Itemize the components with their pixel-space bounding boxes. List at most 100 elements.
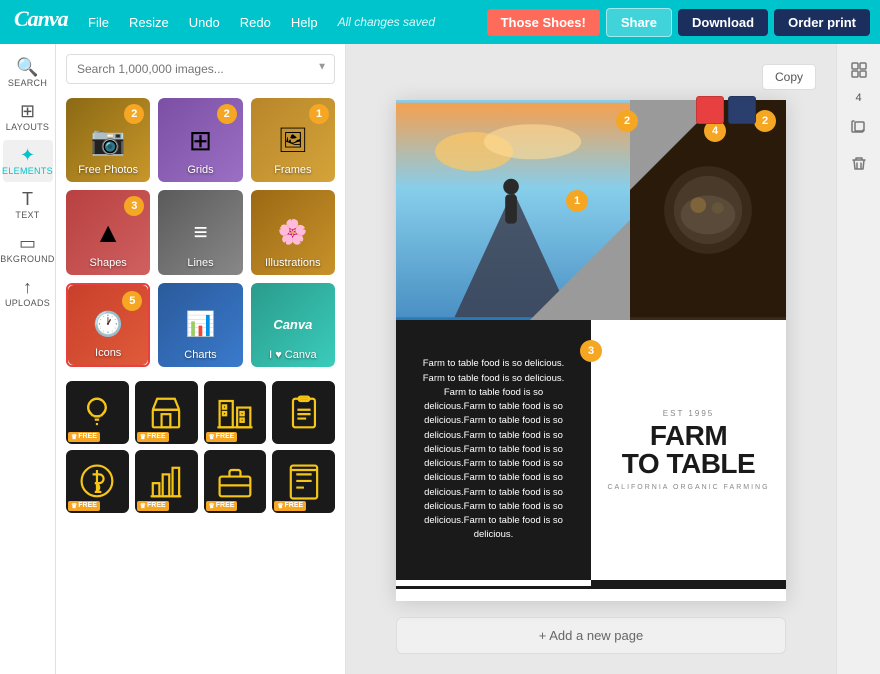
canvas-badge-top-right: 2: [754, 110, 776, 132]
est-label: EST 1995: [663, 409, 714, 418]
canvas-middle-section: Farm to table food is so delicious. Farm…: [396, 320, 786, 580]
project-name-button[interactable]: Those Shoes!: [487, 9, 600, 36]
download-button[interactable]: Download: [678, 9, 768, 36]
icons-label: Icons: [68, 347, 148, 359]
file-menu[interactable]: File: [80, 11, 117, 34]
uploads-icon: ↑: [23, 278, 32, 296]
frames-card[interactable]: 🖼 Frames 1: [251, 98, 335, 182]
sidebar-item-elements[interactable]: ✦ ELEMENTS: [3, 140, 53, 182]
icon-dollar[interactable]: ♛FREE: [66, 450, 129, 513]
sidebar-bg-label: BKGROUND: [0, 254, 54, 264]
help-menu[interactable]: Help: [283, 11, 326, 34]
canvas-area: Copy: [346, 44, 836, 674]
charts-label: Charts: [158, 349, 242, 361]
icon-briefcase[interactable]: ♛FREE: [204, 450, 267, 513]
shapes-card[interactable]: ▲ Shapes 3: [66, 190, 150, 274]
search-bar: ▼: [56, 44, 345, 90]
free-badge: ♛FREE: [206, 501, 238, 511]
copy-button[interactable]: Copy: [762, 64, 816, 90]
sidebar-item-text[interactable]: T TEXT: [3, 184, 53, 226]
canva-logo[interactable]: Canva: [10, 7, 76, 37]
free-photos-label: Free Photos: [66, 164, 150, 176]
grid-icon: [851, 62, 867, 78]
icon-clipboard[interactable]: [272, 381, 335, 444]
icon-buildings[interactable]: ♛FREE: [204, 381, 267, 444]
illustrations-card[interactable]: 🌸 Illustrations: [251, 190, 335, 274]
right-mini-panel: 4: [836, 44, 880, 674]
canvas-badge-top-left: 2: [616, 110, 638, 132]
frames-badge: 1: [309, 104, 329, 124]
icons-section: ♛FREE ♛FREE: [56, 375, 345, 674]
charts-card[interactable]: 📊 Charts: [158, 283, 242, 367]
text-icon: T: [22, 190, 33, 208]
grids-card[interactable]: ⊞ Grids 2: [158, 98, 242, 182]
i-love-canva-label: I ♥ Canva: [251, 349, 335, 361]
icon-barchart[interactable]: ♛FREE: [135, 450, 198, 513]
color-swatch-blue[interactable]: [728, 96, 756, 124]
design-canvas[interactable]: 2 2 1 Farm to table food is so delicious…: [396, 100, 786, 601]
canvas-bottom-section[interactable]: 5 Photos by Canva 4 Story by Beej 4: [396, 586, 786, 601]
canvas-left-text-block[interactable]: Farm to table food is so delicious. Farm…: [396, 320, 591, 580]
canvas-top-section: 2 2 1: [396, 100, 786, 320]
icon-store[interactable]: ♛FREE: [135, 381, 198, 444]
free-badge: ♛FREE: [68, 432, 100, 442]
icons-card[interactable]: 🕐 Icons 5: [66, 283, 150, 367]
trash-icon: [851, 156, 867, 172]
sidebar-item-layouts[interactable]: ⊞ LAYOUTS: [3, 96, 53, 138]
delete-button[interactable]: [843, 148, 875, 180]
canvas-badge-center: 1: [566, 190, 588, 212]
duplicate-button[interactable]: [843, 110, 875, 142]
canvas-top-bar: Copy: [366, 64, 816, 90]
farm-title: FARM TO TABLE: [622, 422, 755, 478]
navbar: Canva File Resize Undo Redo Help All cha…: [0, 0, 880, 44]
icon-lightbulb[interactable]: ♛FREE: [66, 381, 129, 444]
layouts-icon: ⊞: [20, 102, 35, 120]
copy-icon: [851, 118, 867, 134]
elements-grid: 📷 Free Photos 2 ⊞ Grids 2 🖼 Frames 1: [56, 90, 345, 375]
resize-menu[interactable]: Resize: [121, 11, 177, 34]
canvas-right-text-block[interactable]: EST 1995 FARM TO TABLE CALIFORNIA ORGANI…: [591, 320, 786, 580]
navbar-right: Those Shoes! Share Download Order print: [487, 8, 870, 37]
redo-menu[interactable]: Redo: [232, 11, 279, 34]
color-swatches: [696, 96, 756, 124]
illustrations-label: Illustrations: [251, 257, 335, 269]
grids-label: Grids: [158, 164, 242, 176]
sidebar-item-search[interactable]: 🔍 SEARCH: [3, 52, 53, 94]
sidebar-item-background[interactable]: ▭ BKGROUND: [3, 228, 53, 270]
elements-icon: ✦: [20, 146, 35, 164]
icons-badge: 5: [122, 291, 142, 311]
sidebar-elements-label: ELEMENTS: [2, 166, 53, 176]
canvas-left-photo[interactable]: [396, 100, 630, 320]
order-print-button[interactable]: Order print: [774, 9, 870, 36]
add-page-button[interactable]: + Add a new page: [396, 617, 786, 654]
page-number: 4: [855, 92, 861, 104]
canvas-badge-leftbar: 3: [580, 340, 602, 362]
background-icon: ▭: [19, 234, 36, 252]
sidebar-search-label: SEARCH: [8, 78, 47, 88]
free-badge: ♛FREE: [137, 501, 169, 511]
sidebar-icons: 🔍 SEARCH ⊞ LAYOUTS ✦ ELEMENTS T TEXT ▭ B…: [0, 44, 56, 674]
free-badge: ♛FREE: [137, 432, 169, 442]
free-badge: ♛FREE: [274, 501, 306, 511]
frames-label: Frames: [251, 164, 335, 176]
shapes-label: Shapes: [66, 257, 150, 269]
lines-label: Lines: [158, 257, 242, 269]
free-badge: ♛FREE: [68, 501, 100, 511]
free-photos-card[interactable]: 📷 Free Photos 2: [66, 98, 150, 182]
icons-grid: ♛FREE ♛FREE: [66, 381, 335, 513]
icon-notepad[interactable]: ♛FREE: [272, 450, 335, 513]
california-subtitle: CALIFORNIA ORGANIC FARMING: [607, 484, 769, 491]
search-icon: 🔍: [16, 58, 38, 76]
free-badge: ♛FREE: [206, 432, 238, 442]
search-input[interactable]: [66, 54, 335, 84]
lines-card[interactable]: ≡ Lines: [158, 190, 242, 274]
i-love-canva-card[interactable]: Canva I ♥ Canva: [251, 283, 335, 367]
main-layout: 🔍 SEARCH ⊞ LAYOUTS ✦ ELEMENTS T TEXT ▭ B…: [0, 44, 880, 674]
sidebar-layouts-label: LAYOUTS: [6, 122, 49, 132]
grid-view-button[interactable]: [843, 54, 875, 86]
sidebar-item-uploads[interactable]: ↑ UPLOADS: [3, 272, 53, 314]
undo-menu[interactable]: Undo: [181, 11, 228, 34]
color-swatch-red[interactable]: [696, 96, 724, 124]
share-button[interactable]: Share: [606, 8, 672, 37]
left-panel: ▼ 📷 Free Photos 2 ⊞ Grids 2 🖼: [56, 44, 346, 674]
